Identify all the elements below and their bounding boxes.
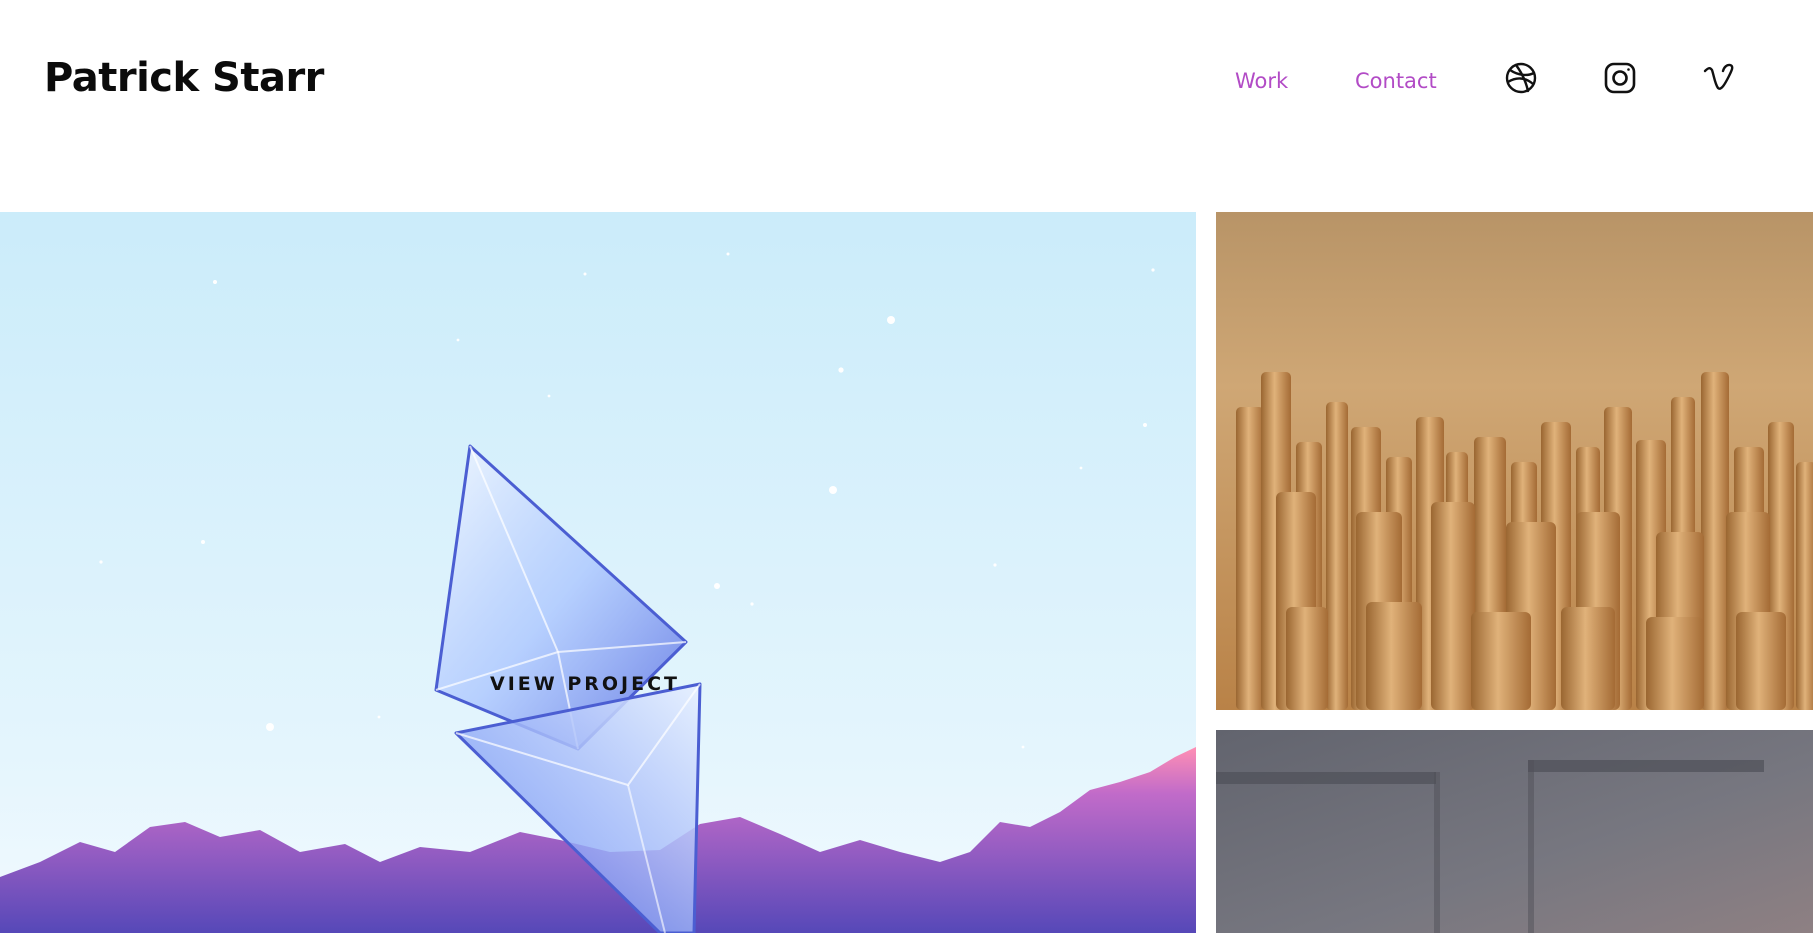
project-tile-interior[interactable] <box>1216 730 1813 933</box>
project-tile-crystal[interactable]: VIEW PROJECT <box>0 212 1196 933</box>
vimeo-icon[interactable] <box>1701 60 1737 96</box>
view-project-label[interactable]: VIEW PROJECT <box>490 673 680 695</box>
nav-link-contact[interactable]: Contact <box>1355 69 1437 93</box>
project-tile-letters[interactable] <box>1216 212 1813 710</box>
project-image-crystal <box>0 212 1196 933</box>
nav-link-work[interactable]: Work <box>1235 69 1288 93</box>
project-image-interior <box>1216 730 1813 933</box>
dribbble-icon[interactable] <box>1503 60 1539 96</box>
site-logo[interactable]: Patrick Starr <box>44 55 324 101</box>
site-header: Patrick Starr Work Contact <box>0 0 1813 170</box>
project-grid: VIEW PROJECT <box>0 212 1813 933</box>
instagram-icon[interactable] <box>1602 60 1638 96</box>
project-image-letters <box>1216 212 1813 710</box>
